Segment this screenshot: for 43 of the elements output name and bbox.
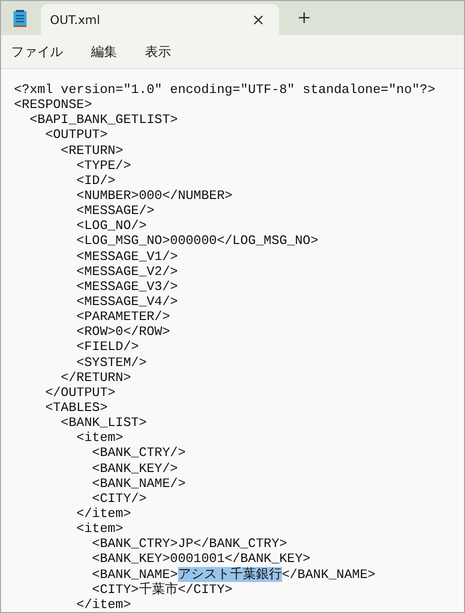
code-line: <LOG_MSG_NO>000000</LOG_MSG_NO> <box>75 233 320 249</box>
code-line: <ROW>0</ROW> <box>75 324 172 340</box>
tab-title: OUT.xml <box>50 12 102 26</box>
code-line: <LOG_NO/> <box>75 218 148 234</box>
code-line: <BANK_NAME/> <box>91 476 187 491</box>
code-line: <BAPI_BANK_GETLIST> <box>28 112 179 128</box>
code-line: <OUTPUT> <box>44 127 109 143</box>
code-line: <MESSAGE/> <box>75 203 156 218</box>
code-line: <BANK_KEY>0001001</BANK_KEY> <box>91 551 312 566</box>
code-line: <FIELD/> <box>75 339 140 355</box>
code-line: <RESPONSE> <box>14 97 94 112</box>
code-line: </OUTPUT> <box>44 384 116 400</box>
code-line: <SYSTEM/> <box>75 354 148 370</box>
code-line: </item> <box>75 596 132 612</box>
code-line: <MESSAGE_V3/> <box>75 278 179 294</box>
code-line: </item> <box>75 506 132 522</box>
new-tab-button[interactable]: + <box>293 8 316 28</box>
notepad-icon <box>13 10 27 28</box>
code-line: <MESSAGE_V4/> <box>75 294 179 310</box>
close-tab-button[interactable]: × <box>248 10 269 29</box>
code-line: <RETURN> <box>60 142 124 158</box>
code-line: <NUMBER>000</NUMBER> <box>75 188 234 204</box>
code-line: <?xml version="1.0" encoding="UTF-8" standalone="no"?> <box>14 82 436 98</box>
code-line: <item> <box>75 430 124 446</box>
code-line: <BANK_LIST> <box>60 415 148 430</box>
code-line: <CITY>千葉市</CITY> <box>91 582 234 597</box>
code-line: <item> <box>75 521 124 536</box>
file-tab[interactable]: OUT.xml × <box>41 4 279 35</box>
menu-item[interactable]: 編集 <box>91 42 117 60</box>
code-line: </RETURN> <box>60 370 132 385</box>
menu-item[interactable]: 表示 <box>145 42 171 60</box>
code-line: <CITY/> <box>91 490 148 506</box>
code-line: <MESSAGE_V1/> <box>75 248 179 264</box>
code-line: <ID/> <box>75 172 116 188</box>
code-line: <BANK_KEY/> <box>91 460 179 476</box>
code-line: <PARAMETER/> <box>75 309 172 324</box>
code-line: <TYPE/> <box>75 158 132 173</box>
code-line: <TABLES> <box>44 400 109 416</box>
code-line: <BANK_NAME>アシスト千葉銀行</BANK_NAME> <box>91 566 376 582</box>
code-line: <BANK_CTRY>JP</BANK_CTRY> <box>91 536 288 552</box>
code-line: <MESSAGE_V2/> <box>75 264 179 279</box>
code-line: <BANK_CTRY/> <box>91 445 187 461</box>
menu-item[interactable]: ファイル <box>11 42 63 60</box>
